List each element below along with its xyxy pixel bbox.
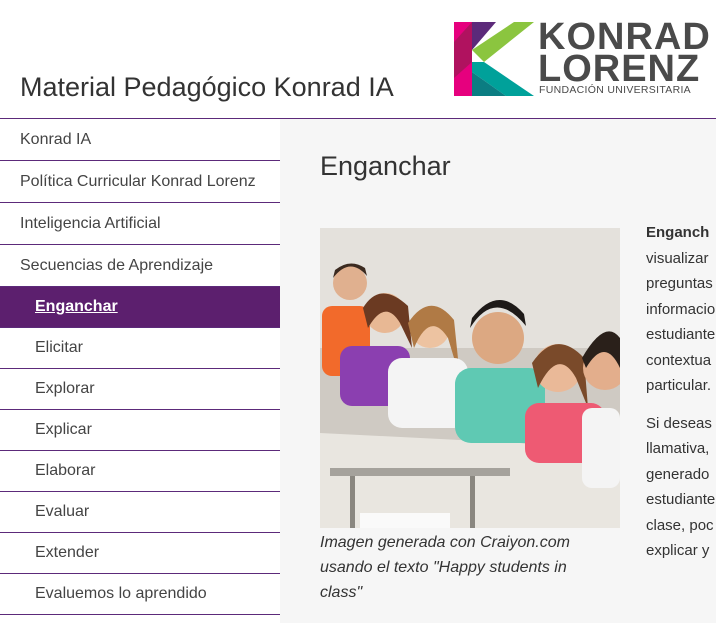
intro-line: generado	[646, 465, 710, 483]
sidebar-item-elicitar[interactable]: Elicitar	[0, 328, 280, 369]
logo-subtitle: FUNDACIÓN UNIVERSITARIA	[539, 84, 691, 96]
intro-line: particular.	[646, 377, 712, 394]
sidebar-nav: Konrad IA Política Curricular Konrad Lore…	[0, 119, 280, 615]
intro-line: Si deseas	[646, 414, 712, 432]
intro-line: estudiante	[646, 326, 716, 343]
sidebar-item-elaborar[interactable]: Elaborar	[0, 451, 280, 492]
sidebar-item-explorar[interactable]: Explorar	[0, 369, 280, 410]
site-header: Material Pedagógico Konrad IA KONRAD LOR…	[0, 0, 716, 118]
sidebar-item-evaluemos-lo-aprendido[interactable]: Evaluemos lo aprendido	[0, 574, 280, 615]
sidebar-item-inteligencia-artificial[interactable]: Inteligencia Artificial	[0, 203, 280, 245]
main-content: Enganchar Imagen generada con Craiyon.co…	[280, 119, 716, 623]
site-title[interactable]: Material Pedagógico Konrad IA	[20, 72, 394, 103]
intro-line: preguntas	[646, 275, 713, 292]
sidebar-item-politica-curricular-konrad-lorenz[interactable]: Política Curricular Konrad Lorenz	[0, 161, 280, 203]
sidebar-item-enganchar[interactable]: Enganchar	[0, 287, 280, 328]
sidebar-item-explicar[interactable]: Explicar	[0, 410, 280, 451]
page-title: Enganchar	[320, 151, 451, 181]
konrad-lorenz-logo[interactable]: KONRAD LORENZ FUNDACIÓN UNIVERSITARIA	[454, 18, 710, 98]
intro-line: visualizar	[646, 249, 709, 267]
image-caption: Imagen generada con Craiyon.com usando e…	[320, 534, 570, 601]
sidebar-item-konrad-ia[interactable]: Konrad IA	[0, 119, 280, 161]
logo-k-icon	[454, 22, 534, 96]
intro-line: llamativa,	[646, 440, 710, 457]
intro-text: Enganch visualizar preguntas informacio estu…	[646, 220, 716, 576]
intro-line: informacio	[646, 300, 716, 318]
intro-para2: Si deseas llamativa, generado estudiante cla…	[646, 411, 716, 564]
sidebar-item-evaluar[interactable]: Evaluar	[0, 492, 280, 533]
students-photo	[320, 228, 620, 528]
intro-para1: Enganch visualizar preguntas informacio estu…	[646, 220, 716, 399]
intro-line: clase, poc	[646, 516, 714, 534]
logo-text-line2: LORENZ	[538, 48, 701, 90]
intro-line: explicar y	[646, 542, 710, 559]
sidebar-item-secuencias-de-aprendizaje[interactable]: Secuencias de Aprendizaje	[0, 245, 280, 287]
sidebar-item-extender[interactable]: Extender	[0, 533, 280, 574]
intro-line: contextua	[646, 351, 712, 369]
intro-line: Enganch	[646, 224, 710, 241]
intro-line: estudiante	[646, 491, 716, 508]
